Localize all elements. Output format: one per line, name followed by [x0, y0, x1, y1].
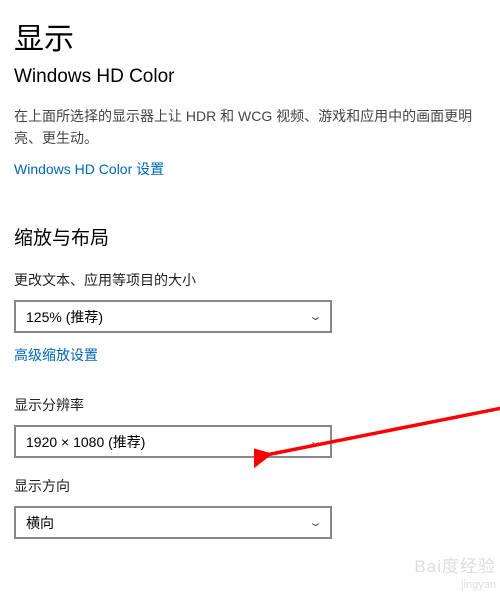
text-size-label: 更改文本、应用等项目的大小: [14, 270, 490, 290]
watermark: Bai度经验 jingyan: [414, 556, 496, 592]
hd-color-description: 在上面所选择的显示器上让 HDR 和 WCG 视频、游戏和应用中的画面更明亮、更…: [14, 106, 490, 149]
text-size-value: 125% (推荐): [26, 307, 103, 327]
text-size-select[interactable]: 125% (推荐) ⌄: [14, 300, 332, 333]
resolution-label: 显示分辨率: [14, 395, 490, 415]
resolution-value: 1920 × 1080 (推荐): [26, 432, 145, 452]
hd-color-settings-link[interactable]: Windows HD Color 设置: [14, 159, 164, 179]
resolution-select[interactable]: 1920 × 1080 (推荐) ⌄: [14, 425, 332, 458]
orientation-value: 横向: [26, 513, 54, 533]
page-title: 显示: [14, 14, 490, 58]
scale-layout-heading: 缩放与布局: [14, 223, 490, 250]
chevron-down-icon: ⌄: [308, 310, 323, 323]
advanced-scaling-link[interactable]: 高级缩放设置: [14, 345, 98, 365]
orientation-label: 显示方向: [14, 476, 490, 496]
chevron-down-icon: ⌄: [308, 516, 323, 529]
orientation-select[interactable]: 横向 ⌄: [14, 506, 332, 539]
hd-color-subtitle: Windows HD Color: [14, 66, 490, 88]
chevron-down-icon: ⌄: [308, 435, 323, 448]
